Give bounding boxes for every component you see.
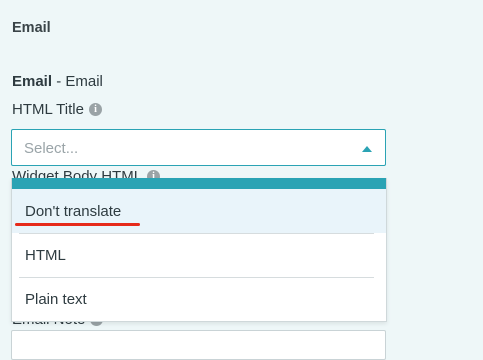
- info-icon[interactable]: i: [88, 103, 102, 116]
- option-html[interactable]: HTML: [12, 234, 386, 277]
- caret-up-icon[interactable]: [362, 146, 372, 152]
- annotation-underline: [15, 223, 140, 226]
- field-type: Email: [65, 73, 103, 90]
- field-separator: -: [52, 73, 66, 90]
- section-title: Email: [12, 20, 51, 36]
- select-placeholder: Select...: [24, 140, 79, 157]
- option-plain-text[interactable]: Plain text: [12, 278, 386, 320]
- field-name: Email: [12, 73, 53, 90]
- html-title-label-text: HTML Title: [12, 101, 84, 118]
- option-dont-translate[interactable]: Don't translate: [12, 189, 386, 233]
- email-note-input[interactable]: [11, 330, 386, 360]
- html-title-label: HTML Title i: [12, 101, 102, 118]
- html-title-select[interactable]: Select...: [11, 129, 386, 166]
- dropdown-accent-bar: [12, 178, 386, 189]
- dropdown-menu: Don't translate HTML Plain text: [11, 178, 387, 322]
- field-header: Email - Email: [12, 73, 103, 90]
